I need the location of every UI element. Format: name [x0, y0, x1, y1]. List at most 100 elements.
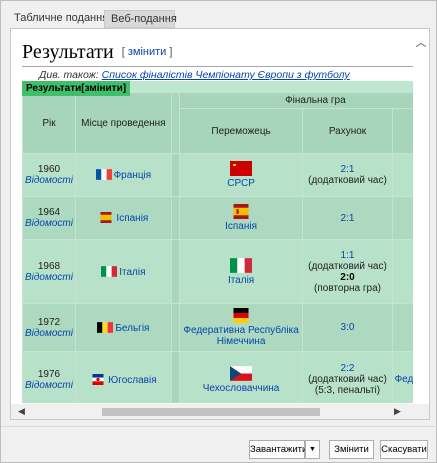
table-row: 1964 Відомості Іспанія Іспанія 2:1 — [22, 196, 413, 240]
save-button[interactable]: Змінити — [329, 440, 374, 459]
winner-country-link[interactable]: Іспанія — [225, 221, 257, 232]
table-row: 1968 Відомості Італія Італія 1:1 (додатк… — [22, 239, 413, 304]
header-winner: Переможець — [178, 108, 304, 154]
score-note: (додатковий час) — [308, 260, 387, 272]
france-flag-icon — [95, 169, 112, 180]
header-venue: Місце проведення — [74, 92, 172, 154]
header-runner-up — [391, 108, 413, 154]
score-note: (додатковий час) — [308, 374, 387, 385]
table-row: 1972 Відомості Бельгія Федеративна Респу… — [22, 303, 413, 352]
score-note: (додатковий час) — [308, 175, 387, 186]
scroll-up-chevron-icon[interactable]: ︿ — [415, 37, 427, 49]
winner-cell: Чехословаччина — [178, 351, 304, 403]
web-view-viewport: Результати [ змінити ] Див. також: Список… — [11, 29, 413, 403]
score-value[interactable]: 2:2 — [305, 363, 389, 374]
see-also-link[interactable]: Список фіналістів Чемпіонату Європи з фу… — [102, 69, 350, 81]
section-title: Результати — [22, 41, 114, 63]
edit-bracket-open: [ — [121, 46, 125, 58]
runner-up-cell — [391, 239, 413, 304]
load-button[interactable]: Завантажити — [249, 440, 307, 459]
winner-country-link[interactable]: Італія — [228, 275, 254, 286]
year-cell: 1964 Відомості — [22, 196, 76, 240]
table-row: 1960 Відомості Франція СРСР 2:1 (додатко… — [22, 153, 413, 197]
winner-cell: Італія — [178, 239, 304, 304]
czechoslovakia-flag-icon — [230, 365, 253, 381]
score-value[interactable]: 2:1 — [341, 213, 355, 224]
winner-cell: СРСР — [178, 153, 304, 197]
host-cell: Франція — [74, 153, 172, 197]
score-value[interactable]: 3:0 — [341, 322, 355, 333]
winner-country-link[interactable]: Чехословаччина — [203, 383, 280, 394]
host-country-link[interactable]: Франція — [114, 170, 152, 181]
belgium-flag-icon — [97, 321, 114, 333]
scroll-right-arrow-icon[interactable]: ▶ — [394, 404, 401, 419]
winner-country-link[interactable]: СРСР — [227, 178, 255, 189]
year-cell: 1968 Відомості — [22, 239, 76, 304]
spacer-cell — [170, 196, 180, 240]
score-value[interactable]: 1:1 — [305, 250, 389, 261]
results-table: Рік Місце проведення Фінальна гра Перемо… — [22, 92, 413, 403]
year-value: 1960 — [37, 164, 61, 175]
score-cell: 2:1 (додатковий час) — [302, 153, 393, 197]
ussr-flag-icon — [230, 161, 253, 176]
details-link[interactable]: Відомості — [25, 328, 73, 339]
tab-web-view[interactable]: Веб-подання — [104, 10, 177, 28]
details-link[interactable]: Відомості — [25, 175, 73, 186]
winner-cell: Іспанія — [178, 196, 304, 240]
italy-flag-icon — [230, 257, 253, 273]
section-edit: [ змінити ] — [122, 46, 173, 58]
footer-divider — [1, 426, 437, 427]
heading-divider — [22, 66, 413, 67]
see-also-note: Див. також: Список фіналістів Чемпіонату… — [39, 69, 350, 81]
year-cell: 1972 Відомості — [22, 303, 76, 352]
editor-window: Табличне подання Веб-подання Результати[… — [0, 0, 437, 463]
west-germany-flag-icon — [230, 308, 252, 323]
horizontal-scroll-thumb[interactable] — [102, 408, 320, 416]
runner-up-cell — [391, 196, 413, 240]
runner-up-cell: Федера — [391, 351, 413, 403]
runner-up-country-link[interactable]: Федера — [395, 374, 413, 385]
host-country-link[interactable]: Італія — [119, 267, 145, 278]
replay-note: (повторна гра) — [314, 282, 381, 294]
score-cell: 2:2 (додатковий час) (5:3, пенальті) — [302, 351, 393, 403]
year-value: 1964 — [37, 207, 61, 218]
results-table-container: Результати[змінити] Рік Місце проведення — [22, 81, 413, 403]
header-final: Фінальна гра — [178, 92, 413, 109]
host-cell: Бельгія — [74, 303, 172, 352]
details-link[interactable]: Відомості — [25, 218, 73, 229]
load-dropdown-chevron-icon[interactable]: ▼ — [305, 440, 320, 459]
scroll-left-arrow-icon[interactable]: ◀ — [18, 404, 25, 419]
spain-flag-icon — [230, 204, 252, 219]
year-value: 1976 — [37, 368, 61, 380]
web-view-frame: Результати [ змінити ] Див. також: Список… — [10, 28, 430, 420]
year-cell: 1976 Відомості — [22, 351, 76, 403]
host-cell: Іспанія — [74, 196, 172, 240]
details-link[interactable]: Відомості — [25, 380, 73, 391]
yugoslavia-flag-icon — [90, 373, 106, 385]
tab-table-view[interactable]: Табличне подання — [8, 10, 108, 28]
horizontal-scrollbar[interactable]: ◀ ▶ — [11, 404, 413, 419]
winner-country-link[interactable]: Федеративна Республіка Німеччина — [183, 325, 298, 347]
host-country-link[interactable]: Югославія — [108, 375, 156, 386]
edit-bracket-close: ] — [169, 46, 173, 58]
spacer-cell — [170, 303, 180, 352]
header-spacer — [170, 92, 180, 154]
spacer-cell — [170, 239, 180, 304]
score-value[interactable]: 2:1 — [305, 164, 389, 175]
host-cell: Югославія — [74, 351, 172, 403]
host-country-link[interactable]: Бельгія — [115, 323, 149, 334]
details-link[interactable]: Відомості — [25, 272, 73, 283]
host-country-link[interactable]: Іспанія — [116, 213, 148, 224]
italy-flag-icon — [101, 265, 118, 277]
scrollbar-corner — [413, 404, 429, 419]
replay-score-value: 2:0 — [340, 271, 355, 283]
runner-up-cell — [391, 303, 413, 352]
winner-cell: Федеративна Республіка Німеччина — [178, 303, 304, 352]
element-hover-label: Результати[змінити] — [22, 81, 131, 96]
edit-section-link[interactable]: змінити — [128, 46, 166, 58]
header-year: Рік — [22, 92, 76, 154]
cancel-button[interactable]: Скасувати — [380, 440, 428, 459]
header-score: Рахунок — [302, 108, 393, 154]
spacer-cell — [170, 153, 180, 197]
year-value: 1968 — [37, 260, 61, 272]
